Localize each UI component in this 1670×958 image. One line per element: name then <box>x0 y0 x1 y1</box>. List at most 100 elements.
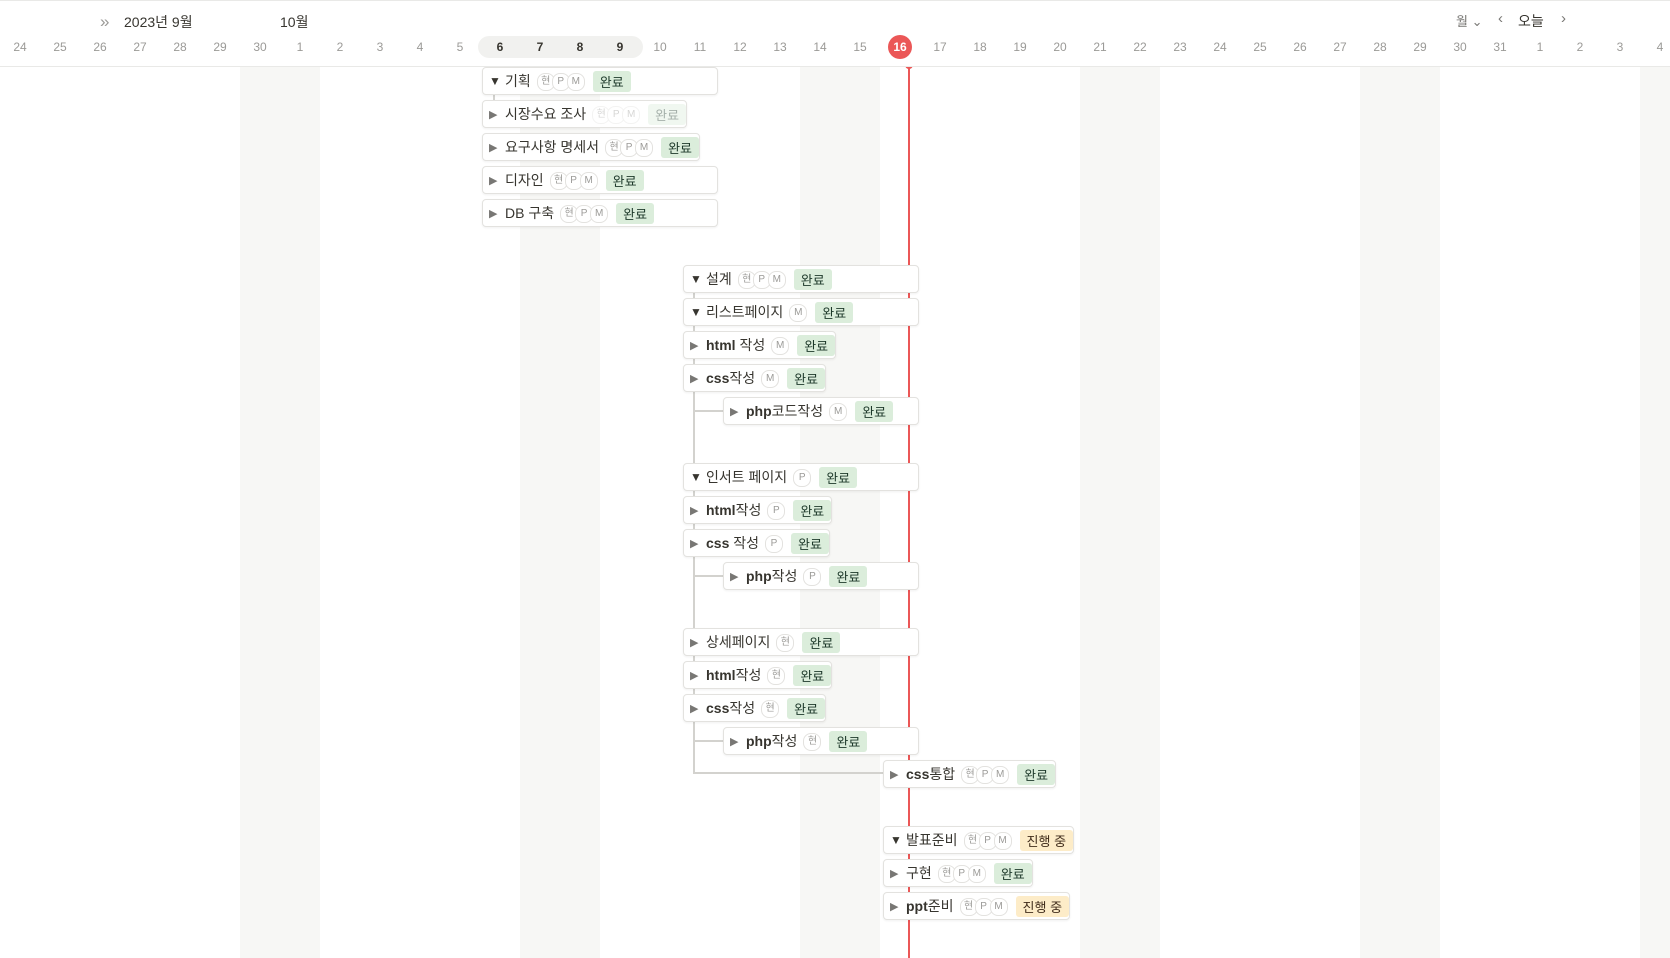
collapse-toggle-icon[interactable]: ▼ <box>690 305 704 319</box>
timeline-task[interactable]: ▼ 인서트 페이지 P 완료 <box>683 463 919 491</box>
timeline-task[interactable]: ▶ css통합 현 P M 완료 <box>883 760 1057 788</box>
chevron-left-icon[interactable]: ‹ <box>1498 10 1503 27</box>
task-title: 요구사항 명세서 <box>505 137 599 157</box>
collapse-toggle-icon[interactable]: ▼ <box>690 470 704 484</box>
today-button[interactable]: 오늘 <box>1518 11 1544 31</box>
timeline-task[interactable]: ▼ 리스트페이지 M 완료 <box>683 298 919 326</box>
assignee-avatar[interactable]: M <box>991 766 1010 784</box>
expand-toggle-icon[interactable]: ▶ <box>690 636 704 649</box>
expand-toggle-icon[interactable]: ▶ <box>730 405 744 418</box>
status-badge: 완료 <box>793 499 832 521</box>
assignee-avatars: P <box>765 533 784 553</box>
timeline-task[interactable]: ▶ php작성 P 완료 <box>723 562 919 590</box>
collapse-toggle-icon[interactable]: ▼ <box>690 272 704 286</box>
day-label: 1 <box>296 40 304 54</box>
hierarchy-connector <box>693 575 723 577</box>
task-title-prefix: css <box>906 766 930 782</box>
assignee-avatars: P <box>803 566 822 586</box>
expand-toggle-icon[interactable]: ▶ <box>730 570 744 583</box>
timeline-task[interactable]: ▶ css작성 M 완료 <box>683 364 827 392</box>
task-title-text: 구현 <box>906 865 932 881</box>
timeline-task[interactable]: ▶ DB 구축 현 P M 완료 <box>482 199 718 227</box>
assignee-avatar[interactable]: M <box>761 370 780 388</box>
task-title-prefix: html <box>706 337 736 353</box>
hierarchy-connector <box>693 772 883 774</box>
timeline-task[interactable]: ▶ 상세페이지 현 완료 <box>683 628 919 656</box>
assignee-avatars: 현PM <box>737 269 786 289</box>
timeline-task[interactable]: ▶ php작성 현 완료 <box>723 727 919 755</box>
expand-toggle-icon[interactable]: ▶ <box>489 174 503 187</box>
timeline-task[interactable]: ▶ php코드작성 M 완료 <box>723 397 919 425</box>
double-chevron-right-icon[interactable]: » <box>100 12 109 32</box>
assignee-avatar[interactable]: 현 <box>776 634 795 652</box>
task-title-text: 인서트 페이지 <box>706 469 788 485</box>
day-label: 8 <box>576 40 584 54</box>
task-title: html작성 <box>706 665 761 685</box>
status-badge: 완료 <box>855 400 894 422</box>
assignee-avatars: M <box>771 335 790 355</box>
expand-toggle-icon[interactable]: ▶ <box>890 900 904 913</box>
assignee-avatar[interactable]: M <box>771 337 790 355</box>
assignee-avatar[interactable]: M <box>622 106 641 124</box>
assignee-avatar[interactable]: M <box>579 172 598 190</box>
timeline-task[interactable]: ▶ html작성 현 완료 <box>683 661 833 689</box>
hierarchy-connector <box>693 410 723 412</box>
assignee-avatars: 현 <box>803 731 822 751</box>
task-title: php작성 <box>746 566 797 586</box>
assignee-avatar[interactable]: P <box>793 469 812 487</box>
weekend-column <box>1640 66 1670 958</box>
timeline-task[interactable]: ▶ 구현 현 P M 완료 <box>883 859 1033 887</box>
timeline-task[interactable]: ▶ html 작성 M 완료 <box>683 331 837 359</box>
assignee-avatar[interactable]: M <box>767 271 786 289</box>
collapse-toggle-icon[interactable]: ▼ <box>890 833 904 847</box>
expand-toggle-icon[interactable]: ▶ <box>489 207 503 220</box>
expand-toggle-icon[interactable]: ▶ <box>489 108 503 121</box>
assignee-avatar[interactable]: P <box>803 568 822 586</box>
timeline-task[interactable]: ▼ 기획 현 P M 완료 <box>482 67 718 95</box>
expand-toggle-icon[interactable]: ▶ <box>690 504 704 517</box>
timeline-task[interactable]: ▼ 발표준비 현 P M 진행 중 <box>883 826 1075 854</box>
assignee-avatar[interactable]: 현 <box>803 733 822 751</box>
assignee-avatar[interactable]: 현 <box>767 667 786 685</box>
timeline-task[interactable]: ▼ 설계 현 P M 완료 <box>683 265 919 293</box>
assignee-avatar[interactable]: M <box>789 304 808 322</box>
assignee-avatar[interactable]: 현 <box>761 700 780 718</box>
expand-toggle-icon[interactable]: ▶ <box>690 669 704 682</box>
assignee-avatar[interactable]: M <box>590 205 609 223</box>
collapse-toggle-icon[interactable]: ▼ <box>489 74 503 88</box>
task-title: DB 구축 <box>505 203 554 223</box>
expand-toggle-icon[interactable]: ▶ <box>730 735 744 748</box>
assignee-avatar[interactable]: M <box>967 865 986 883</box>
timeline-task[interactable]: ▶ 디자인 현 P M 완료 <box>482 166 718 194</box>
timeline-task[interactable]: ▶ css 작성 P 완료 <box>683 529 830 557</box>
expand-toggle-icon[interactable]: ▶ <box>890 768 904 781</box>
expand-toggle-icon[interactable]: ▶ <box>690 339 704 352</box>
assignee-avatar[interactable]: M <box>993 832 1012 850</box>
task-title: php작성 <box>746 731 797 751</box>
assignee-avatar[interactable]: M <box>829 403 848 421</box>
expand-toggle-icon[interactable]: ▶ <box>690 372 704 385</box>
chevron-right-icon[interactable]: › <box>1561 10 1566 27</box>
timeline-task[interactable]: ▶ 시장수요 조사 현 P M 완료 <box>482 100 688 128</box>
assignee-avatar[interactable]: M <box>989 898 1008 916</box>
expand-toggle-icon[interactable]: ▶ <box>690 702 704 715</box>
day-label: 24 <box>1213 40 1227 54</box>
assignee-avatar[interactable]: P <box>767 502 786 520</box>
timeline-task[interactable]: ▶ ppt준비 현 P M 진행 중 <box>883 892 1071 920</box>
assignee-avatars: 현PM <box>937 863 986 883</box>
timeline-task[interactable]: ▶ css작성 현 완료 <box>683 694 827 722</box>
expand-toggle-icon[interactable]: ▶ <box>489 141 503 154</box>
timeline-task[interactable]: ▶ 요구사항 명세서 현 P M 완료 <box>482 133 700 161</box>
expand-toggle-icon[interactable]: ▶ <box>890 867 904 880</box>
view-mode-select[interactable]: 월 ⌄ <box>1456 11 1482 30</box>
timeline-task[interactable]: ▶ html작성 P 완료 <box>683 496 833 524</box>
assignee-avatar[interactable]: M <box>635 139 654 157</box>
assignee-avatar[interactable]: M <box>566 73 585 91</box>
task-title: 발표준비 <box>906 830 958 850</box>
assignee-avatars: 현PM <box>592 104 641 124</box>
weekend-column <box>1360 66 1440 958</box>
assignee-avatar[interactable]: P <box>765 535 784 553</box>
task-title: css 작성 <box>706 533 759 553</box>
status-badge: 완료 <box>815 301 854 323</box>
expand-toggle-icon[interactable]: ▶ <box>690 537 704 550</box>
